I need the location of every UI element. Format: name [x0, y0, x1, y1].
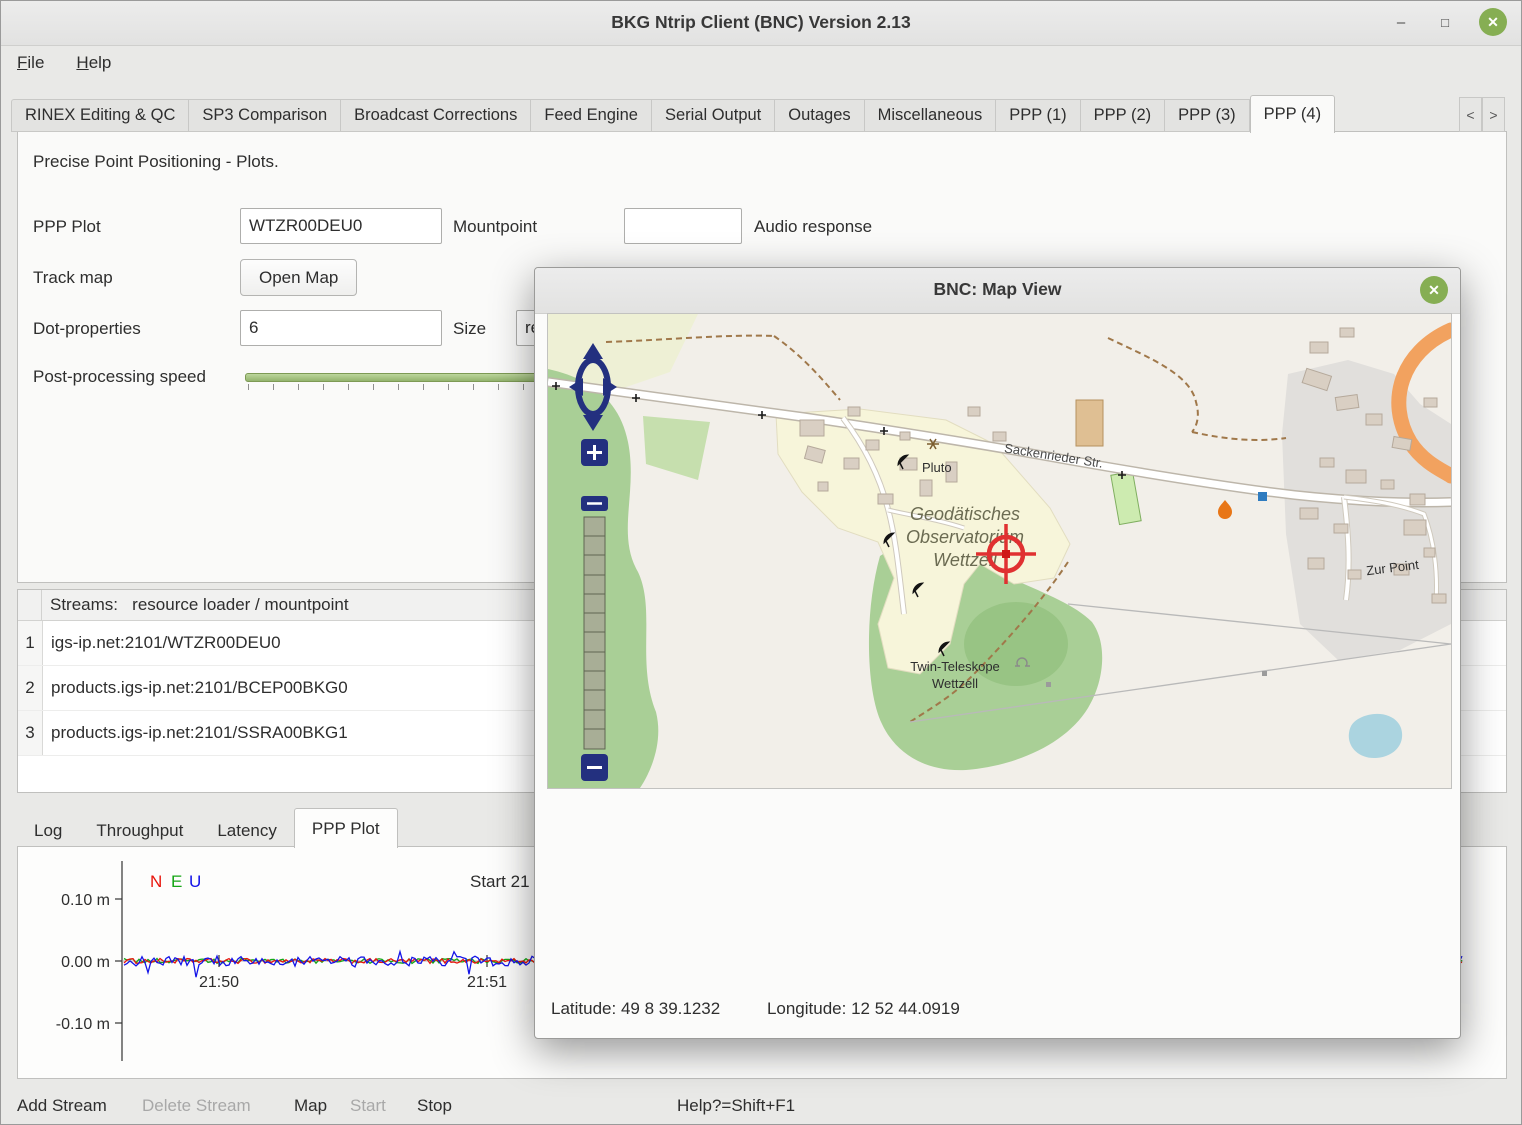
tab-serial-output[interactable]: Serial Output: [652, 99, 775, 132]
menubar: File Help: [1, 46, 127, 82]
legend-u: U: [189, 872, 201, 891]
stream-mountpoint: products.igs-ip.net:2101/SSRA00BKG1: [43, 711, 348, 755]
delete-stream-button: Delete Stream: [142, 1091, 251, 1121]
table-corner: [18, 590, 42, 620]
observatory-label: Geodätisches: [910, 504, 1020, 524]
map-image[interactable]: Sackenrieder Str. Pluto Geodätisches Obs…: [548, 314, 1451, 788]
help-hint: Help?=Shift+F1: [677, 1091, 795, 1121]
tab-broadcast-corrections[interactable]: Broadcast Corrections: [341, 99, 531, 132]
blue-marker-icon: [1258, 492, 1267, 501]
dialog-title: BNC: Map View: [535, 279, 1460, 300]
tab-sp3-comparison[interactable]: SP3 Comparison: [189, 99, 341, 132]
add-stream-button[interactable]: Add Stream: [17, 1091, 107, 1121]
tab-ppp-plot[interactable]: PPP Plot: [294, 808, 398, 848]
map-canvas[interactable]: Sackenrieder Str. Pluto Geodätisches Obs…: [547, 313, 1452, 789]
maximize-button[interactable]: □: [1431, 8, 1459, 36]
size-label: Size: [453, 319, 486, 339]
slider-ticks: [248, 384, 575, 390]
ytick-label: 0.00 m: [61, 954, 110, 971]
stream-mountpoint: igs-ip.net:2101/WTZR00DEU0: [43, 621, 281, 665]
start-button: Start: [350, 1091, 386, 1121]
open-map-button[interactable]: Open Map: [240, 259, 357, 296]
stream-mountpoint: products.igs-ip.net:2101/BCEP00BKG0: [43, 666, 348, 710]
track-map-label: Track map: [33, 268, 113, 288]
xtick-label: 21:51: [467, 974, 507, 991]
row-number: 3: [18, 711, 43, 755]
tab-rinex-editing-qc[interactable]: RINEX Editing & QC: [11, 99, 189, 132]
legend-e: E: [171, 872, 182, 891]
pluto-label: Pluto: [922, 460, 952, 475]
close-icon: ✕: [1487, 14, 1499, 31]
main-tabbar: RINEX Editing & QC SP3 Comparison Broadc…: [11, 95, 1335, 132]
dot-properties-label: Dot-properties: [33, 319, 141, 339]
row-number: 1: [18, 621, 43, 665]
dot-properties-input[interactable]: [240, 310, 442, 346]
tab-scroll-buttons: < >: [1459, 97, 1505, 132]
tab-throughput[interactable]: Throughput: [79, 815, 200, 847]
tab-log[interactable]: Log: [17, 815, 79, 847]
tab-ppp-2[interactable]: PPP (2): [1081, 99, 1165, 132]
tab-scroll-right-button[interactable]: >: [1482, 97, 1505, 132]
post-processing-speed-label: Post-processing speed: [33, 367, 206, 387]
tab-scroll-left-button[interactable]: <: [1459, 97, 1482, 132]
slider-track[interactable]: [245, 373, 575, 382]
zoom-slider-track[interactable]: [584, 517, 605, 749]
longitude-value: Longitude: 12 52 44.0919: [767, 999, 960, 1018]
latitude-value: Latitude: 49 8 39.1232: [551, 999, 720, 1018]
titlebar[interactable]: BKG Ntrip Client (BNC) Version 2.13 – □ …: [1, 1, 1521, 46]
dialog-titlebar[interactable]: BNC: Map View ✕: [535, 268, 1460, 314]
bottom-button-bar: Add Stream Delete Stream Map Start Stop …: [1, 1087, 1521, 1123]
audio-response-label: Audio response: [754, 217, 872, 237]
stop-button[interactable]: Stop: [417, 1091, 452, 1121]
tab-feed-engine[interactable]: Feed Engine: [531, 99, 652, 132]
streams-header-label: Streams: resource loader / mountpoint: [42, 595, 349, 615]
twin-telescope-label: Wettzell: [932, 676, 978, 691]
tab-ppp-1[interactable]: PPP (1): [996, 99, 1080, 132]
bottom-tabbar: Log Throughput Latency PPP Plot: [17, 807, 398, 847]
tab-ppp-3[interactable]: PPP (3): [1165, 99, 1249, 132]
ppp-plot-label: PPP Plot: [33, 217, 101, 237]
page-description: Precise Point Positioning - Plots.: [33, 152, 279, 172]
minimize-button[interactable]: –: [1387, 8, 1415, 36]
twin-telescope-label: Twin-Teleskope: [910, 659, 1000, 674]
tab-miscellaneous[interactable]: Miscellaneous: [865, 99, 997, 132]
tab-latency[interactable]: Latency: [200, 815, 294, 847]
ppp-plot-input[interactable]: [240, 208, 442, 244]
mountpoint-label: Mountpoint: [453, 217, 537, 237]
dialog-close-button[interactable]: ✕: [1420, 276, 1448, 304]
app-window: BKG Ntrip Client (BNC) Version 2.13 – □ …: [0, 0, 1522, 1125]
tab-outages[interactable]: Outages: [775, 99, 864, 132]
menu-file[interactable]: File: [1, 46, 60, 82]
tab-ppp-4[interactable]: PPP (4): [1250, 95, 1335, 133]
post-processing-speed-slider[interactable]: [245, 372, 575, 390]
window-title: BKG Ntrip Client (BNC) Version 2.13: [1, 12, 1521, 33]
legend-n: N: [150, 872, 162, 891]
minimize-icon: –: [1397, 14, 1405, 31]
coordinate-readout: Latitude: 49 8 39.1232 Longitude: 12 52 …: [551, 999, 960, 1019]
close-icon: ✕: [1428, 282, 1440, 299]
row-number: 2: [18, 666, 43, 710]
start-time-label: Start 21: [470, 872, 530, 891]
menu-help[interactable]: Help: [60, 46, 127, 82]
mountpoint-input[interactable]: [624, 208, 742, 244]
ytick-label: 0.10 m: [61, 892, 110, 909]
xtick-label: 21:50: [199, 974, 239, 991]
map-button[interactable]: Map: [294, 1091, 327, 1121]
maximize-icon: □: [1441, 15, 1449, 30]
ytick-label: -0.10 m: [56, 1016, 110, 1033]
map-large-building: [1076, 400, 1103, 446]
close-button[interactable]: ✕: [1479, 8, 1507, 36]
map-view-dialog: BNC: Map View ✕: [534, 267, 1461, 1039]
